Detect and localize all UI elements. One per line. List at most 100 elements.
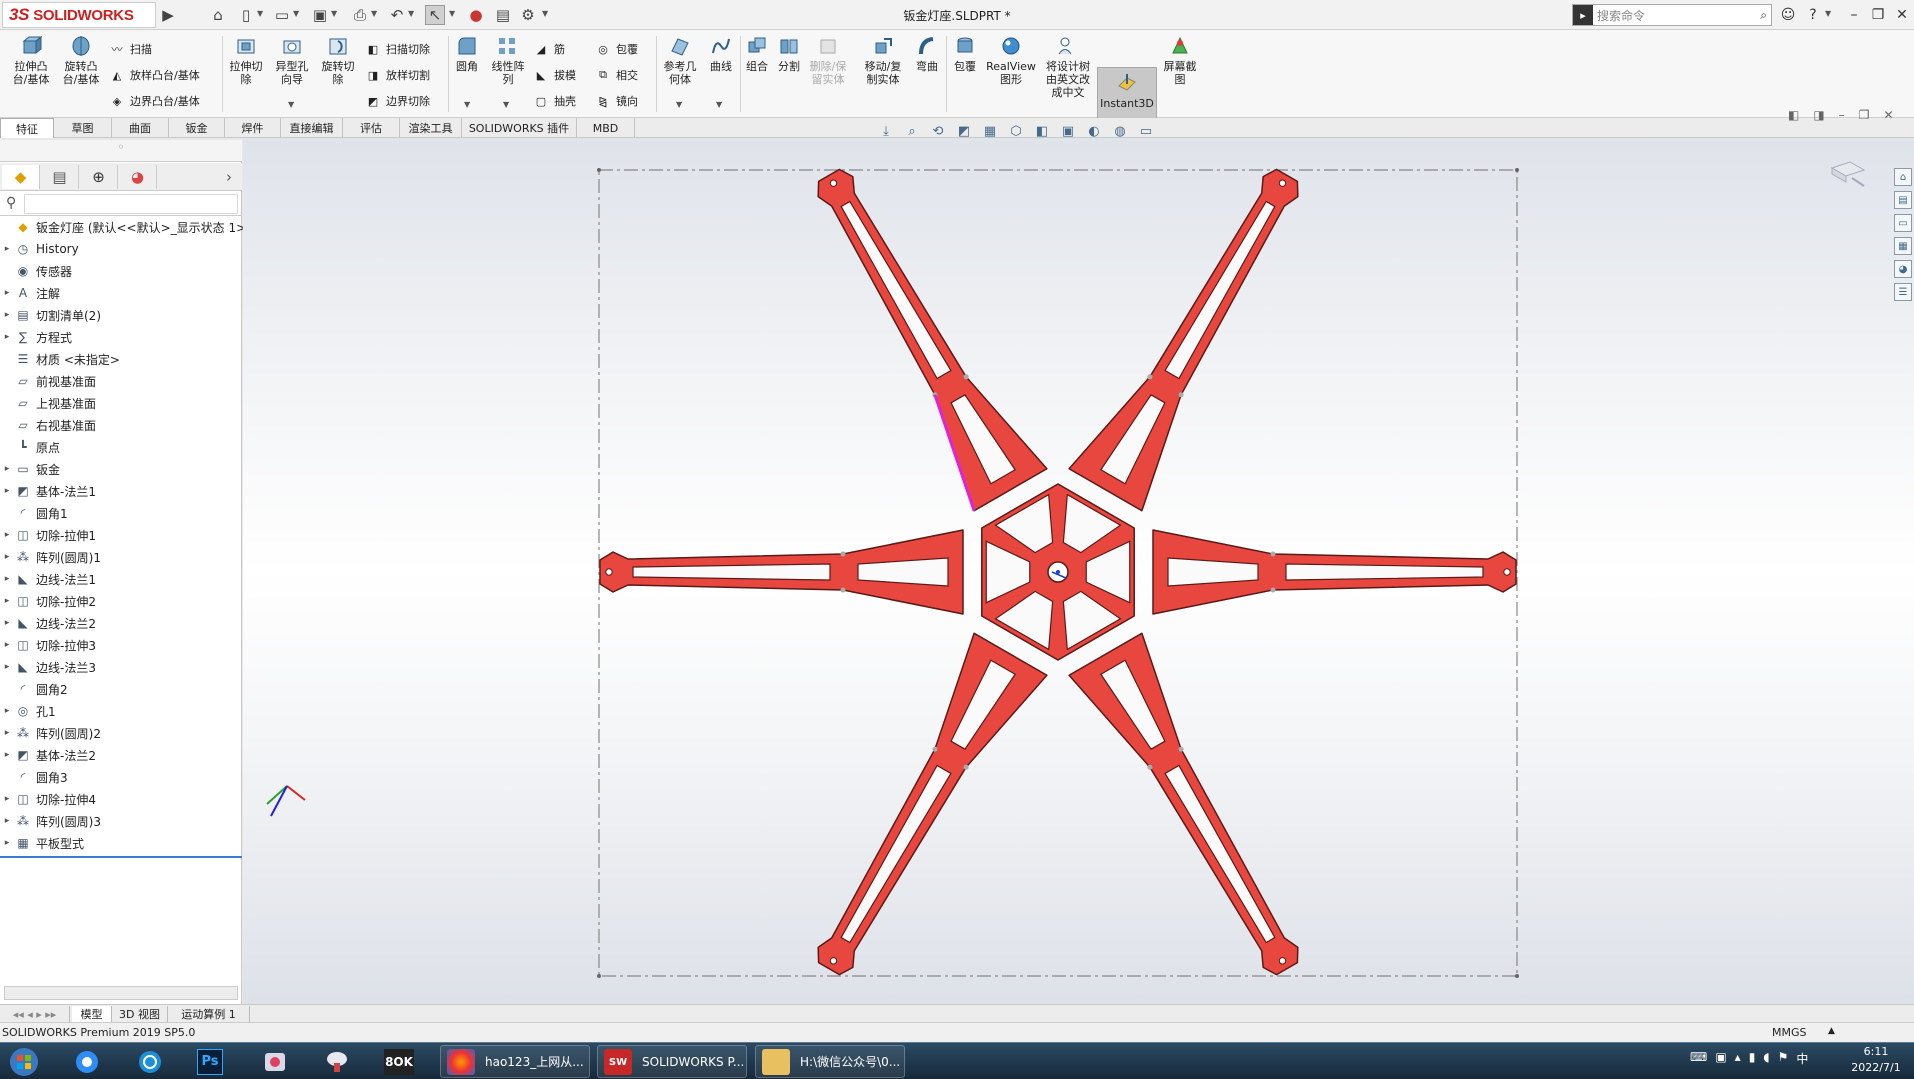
tree-item[interactable]: ▸ ▭ 钣金	[0, 458, 60, 480]
custom-properties-icon[interactable]: ☰	[1894, 283, 1912, 301]
volume-icon[interactable]: ◖	[1763, 1050, 1769, 1070]
draft-button[interactable]: ◣ 拔模	[532, 66, 576, 84]
tab-sheet-metal[interactable]: 钣金	[169, 118, 225, 138]
tab-features[interactable]: 特征	[0, 118, 54, 138]
home-icon[interactable]: ⌂	[208, 5, 228, 25]
swept-cut-button[interactable]: ◧ 扫描切除	[364, 40, 430, 58]
tree-item[interactable]: ▸ ◣ 边线-法兰1	[0, 568, 96, 590]
taskbar-task-solidworks[interactable]: SW SOLIDWORKS P...	[597, 1045, 747, 1078]
tab-sketch[interactable]: 草图	[54, 118, 112, 138]
file-props-icon[interactable]: ▤	[493, 5, 513, 25]
tree-item[interactable]: ▸ ◷ History	[0, 238, 79, 260]
loft-boss-button[interactable]: ◭ 放样凸台/基体	[108, 66, 200, 84]
tree-item[interactable]: ◜ 圆角3	[0, 766, 68, 788]
solidworks-logo[interactable]: 3S SOLIDWORKS	[2, 2, 156, 28]
viewport-split-icon[interactable]: ◨	[1813, 108, 1824, 122]
fillet-button[interactable]: 圆角	[450, 34, 484, 73]
linear-pattern-button[interactable]: 线性阵 列	[486, 34, 530, 86]
wrap-big-button[interactable]: 包覆	[948, 34, 982, 73]
expand-arrow-icon[interactable]: ▸	[0, 552, 14, 562]
tree-item[interactable]: ☰ 材质 <未指定>	[0, 348, 120, 370]
feature-manager-tab-icon[interactable]: ◆	[2, 165, 40, 189]
network-icon[interactable]: ▮	[1749, 1050, 1756, 1070]
shell-button[interactable]: ▢ 抽壳	[532, 92, 576, 110]
ref-geometry-button[interactable]: 参考几 何体	[658, 34, 702, 86]
new-dropdown-icon[interactable]: ▼	[257, 9, 263, 18]
tree-item[interactable]: ▱ 上视基准面	[0, 392, 96, 414]
tab-weldments[interactable]: 焊件	[225, 118, 281, 138]
expand-arrow-icon[interactable]: ▸	[0, 574, 14, 584]
translate-tree-button[interactable]: 将设计树 由英文改 成中文	[1040, 34, 1096, 99]
search-input[interactable]: ▸ 搜索命令 ⌕	[1572, 4, 1772, 26]
tree-item[interactable]: ▸ A 注解	[0, 282, 60, 304]
panel-scrollbar[interactable]	[4, 986, 238, 1000]
curves-dropdown-icon[interactable]: ▼	[716, 100, 722, 109]
tree-item[interactable]: ▸ ▦ 平板型式	[0, 832, 84, 854]
media-player-icon[interactable]	[256, 1046, 294, 1077]
notification-icon[interactable]: ⚑	[1778, 1050, 1789, 1070]
undo-dropdown-icon[interactable]: ▼	[408, 9, 414, 18]
viewport-restore-icon[interactable]: ❐	[1859, 108, 1870, 122]
expand-arrow-icon[interactable]: ▸	[0, 662, 14, 672]
tab-3d-views[interactable]: 3D 视图	[112, 1006, 168, 1022]
tree-item[interactable]: ▸ ◫ 切除-拉伸4	[0, 788, 96, 810]
search-icon[interactable]: ⌕	[1760, 8, 1767, 23]
expand-arrow-icon[interactable]: ▸	[0, 618, 14, 628]
pattern-dropdown-icon[interactable]: ▼	[503, 100, 509, 109]
viewport-close-icon[interactable]: ✕	[1883, 108, 1893, 122]
viewport-tile-icon[interactable]: ◧	[1788, 108, 1799, 122]
appearances-icon[interactable]: ◕	[1894, 260, 1912, 278]
ok-app-icon[interactable]: 8OK	[380, 1046, 418, 1077]
revolve-boss-button[interactable]: 旋转凸 台/基体	[60, 34, 102, 86]
tree-item[interactable]: ▸ ⁂ 阵列(圆周)1	[0, 546, 101, 568]
resources-icon[interactable]: ⌂	[1894, 168, 1912, 186]
taskbar-clock[interactable]: 6:11 2022/7/1	[1842, 1044, 1910, 1076]
taskbar-task-explorer[interactable]: H:\微信公众号\0...	[755, 1045, 905, 1078]
hole-wizard-button[interactable]: 异型孔 向导	[270, 34, 314, 86]
mirror-button[interactable]: ⧎ 镜向	[594, 92, 638, 110]
intersect-button[interactable]: ⧉ 相交	[594, 66, 638, 84]
tab-nav-arrows-icon[interactable]: ◂◂ ◂ ▸ ▸▸	[0, 1006, 70, 1022]
new-icon[interactable]: ▯	[236, 5, 256, 25]
tab-addins[interactable]: SOLIDWORKS 插件	[462, 118, 577, 138]
tree-item[interactable]: ▸ ◫ 切除-拉伸1	[0, 524, 96, 546]
display-manager-tab-icon[interactable]: ◕	[119, 165, 157, 189]
boundary-cut-button[interactable]: ◩ 边界切除	[364, 92, 430, 110]
tree-item[interactable]: ▸ ◩ 基体-法兰1	[0, 480, 96, 502]
panel-grip[interactable]: ◦	[0, 140, 242, 162]
expand-arrow-icon[interactable]: ▸	[0, 640, 14, 650]
app-mushroom-icon[interactable]	[318, 1046, 356, 1077]
view-cube-icon[interactable]	[1828, 158, 1868, 187]
part-canvas[interactable]	[243, 138, 1914, 1004]
help-dropdown-icon[interactable]: ▼	[1825, 9, 1831, 18]
file-explorer-icon[interactable]: ▭	[1894, 214, 1912, 232]
user-icon[interactable]: ☺	[1777, 5, 1799, 25]
save-dropdown-icon[interactable]: ▼	[331, 9, 337, 18]
settings-dropdown-icon[interactable]: ▼	[542, 9, 548, 18]
rib-button[interactable]: ◢ 筋	[532, 40, 565, 58]
configuration-manager-tab-icon[interactable]: ⊕	[80, 165, 118, 189]
extrude-boss-button[interactable]: 拉伸凸 台/基体	[10, 34, 52, 86]
tab-direct-edit[interactable]: 直接编辑	[281, 118, 343, 138]
tree-item[interactable]: ▸ ◎ 孔1	[0, 700, 56, 722]
open-icon[interactable]: ▭	[272, 5, 292, 25]
tab-evaluate[interactable]: 评估	[343, 118, 400, 138]
tab-render-tools[interactable]: 渲染工具	[400, 118, 462, 138]
tree-item[interactable]: ▸ ▤ 切割清单(2)	[0, 304, 101, 326]
expand-arrow-icon[interactable]: ▸	[0, 530, 14, 540]
expand-arrow-icon[interactable]: ▸	[0, 310, 14, 320]
tab-model[interactable]: 模型	[72, 1006, 112, 1022]
combine-button[interactable]: 组合	[742, 34, 772, 73]
print-icon[interactable]: ⎙	[350, 5, 370, 25]
tree-root[interactable]: ◆ 钣金灯座 (默认<<默认>_显示状态 1>)	[0, 216, 250, 238]
curves-button[interactable]: 曲线	[704, 34, 738, 73]
tree-item[interactable]: ▸ ⁂ 阵列(圆周)3	[0, 810, 101, 832]
units-selector[interactable]: MMGS	[1772, 1026, 1807, 1039]
split-button[interactable]: 分割	[774, 34, 804, 73]
tree-item[interactable]: ▸ ◩ 基体-法兰2	[0, 744, 96, 766]
fillet-dropdown-icon[interactable]: ▼	[464, 100, 470, 109]
expand-arrow-icon[interactable]: ▸	[0, 728, 14, 738]
hole-dropdown-icon[interactable]: ▼	[288, 100, 294, 109]
print-dropdown-icon[interactable]: ▼	[371, 9, 377, 18]
tree-item[interactable]: ◜ 圆角2	[0, 678, 68, 700]
